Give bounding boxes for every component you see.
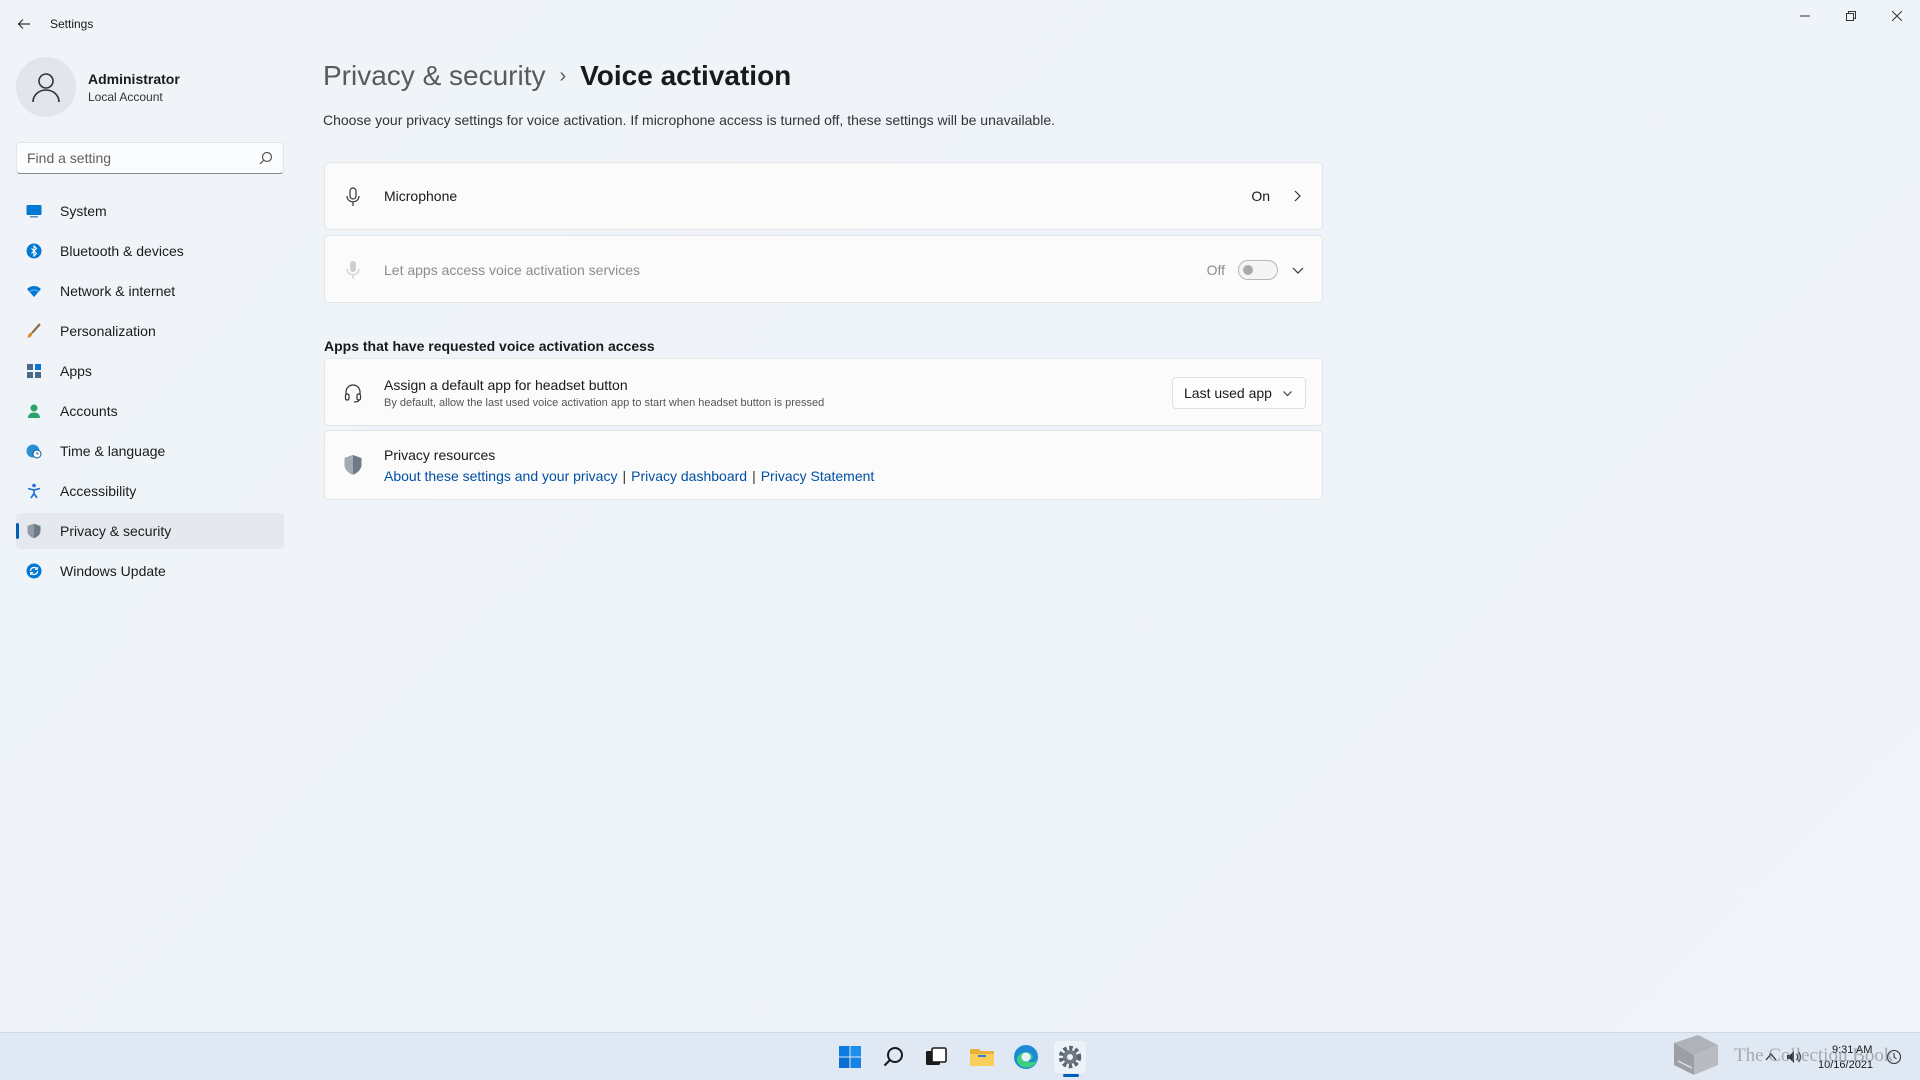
task-view-icon[interactable]: [920, 1041, 952, 1073]
bluetooth-icon: [26, 243, 42, 259]
sidebar-item-accounts[interactable]: Accounts: [16, 393, 284, 429]
breadcrumb-parent[interactable]: Privacy & security: [323, 60, 546, 92]
brush-icon: [26, 323, 42, 339]
sidebar-item-network[interactable]: Network & internet: [16, 273, 284, 309]
page-title: Voice activation: [580, 60, 792, 91]
headset-icon: [343, 383, 363, 403]
link-separator: |: [752, 468, 756, 484]
shield-icon: [343, 455, 363, 475]
globe-clock-icon: [26, 443, 42, 459]
maximize-button[interactable]: [1828, 0, 1874, 32]
sidebar-item-apps[interactable]: Apps: [16, 353, 284, 389]
sidebar-item-label: Bluetooth & devices: [60, 243, 184, 259]
system-icon: [26, 203, 42, 219]
privacy-dashboard-link[interactable]: Privacy dashboard: [631, 468, 747, 484]
privacy-statement-link[interactable]: Privacy Statement: [761, 468, 875, 484]
watermark-text: The Collection Book: [1734, 1045, 1894, 1066]
sidebar-item-system[interactable]: System: [16, 193, 284, 229]
app-title: Settings: [50, 17, 94, 31]
sidebar-item-bluetooth[interactable]: Bluetooth & devices: [16, 233, 284, 269]
search-input[interactable]: [17, 143, 247, 173]
settings-window: Settings Administrator Local Account Sys…: [0, 0, 1920, 1032]
sidebar-item-label: Accounts: [60, 403, 118, 419]
privacy-links: About these settings and your privacy | …: [384, 468, 874, 484]
headset-subtitle: By default, allow the last used voice ac…: [384, 397, 825, 409]
book-icon: [1674, 1035, 1718, 1075]
privacy-resources-title: Privacy resources: [384, 447, 496, 463]
taskbar: 9:31 AM 10/16/2021: [0, 1032, 1920, 1080]
voice-services-toggle[interactable]: [1238, 260, 1278, 280]
shield-icon: [26, 523, 42, 539]
sidebar-item-label: Personalization: [60, 323, 156, 339]
microphone-setting-card[interactable]: Microphone On: [324, 162, 1323, 230]
account-type: Local Account: [88, 90, 163, 104]
toggle-knob: [1243, 265, 1253, 275]
about-privacy-link[interactable]: About these settings and your privacy: [384, 468, 617, 484]
update-icon: [26, 563, 42, 579]
apps-icon: [26, 363, 42, 379]
user-name: Administrator: [88, 71, 180, 87]
microphone-label: Microphone: [384, 188, 458, 204]
windows-start-icon[interactable]: [834, 1041, 866, 1073]
watermark: The Collection Book: [1668, 1031, 1908, 1079]
restore-icon: [1846, 11, 1856, 21]
person-avatar-icon: [32, 73, 60, 103]
title-bar: Settings: [0, 0, 1920, 48]
settings-gear-icon[interactable]: [1054, 1041, 1086, 1073]
default-app-dropdown[interactable]: Last used app: [1172, 377, 1306, 409]
chevron-right-icon: [1294, 190, 1301, 202]
accessibility-icon: [26, 483, 42, 499]
person-icon: [26, 403, 42, 419]
breadcrumb-separator-icon: ›: [559, 64, 567, 87]
sidebar-item-privacy-security[interactable]: Privacy & security: [16, 513, 284, 549]
back-arrow-icon: [17, 19, 30, 29]
privacy-resources-card: Privacy resources About these settings a…: [324, 430, 1323, 500]
avatar[interactable]: [16, 57, 76, 117]
back-button[interactable]: [12, 12, 36, 36]
sidebar-item-label: Time & language: [60, 443, 166, 459]
toggle-state-label: Off: [1206, 262, 1225, 278]
file-explorer-icon[interactable]: [966, 1041, 998, 1073]
wifi-icon: [26, 283, 42, 299]
headset-button-card: Assign a default app for headset button …: [324, 358, 1323, 426]
sidebar-item-personalization[interactable]: Personalization: [16, 313, 284, 349]
dropdown-selected-value: Last used app: [1184, 385, 1272, 401]
sidebar-item-label: Apps: [60, 363, 92, 379]
voice-services-label: Let apps access voice activation service…: [384, 262, 641, 278]
sidebar-item-label: Network & internet: [60, 283, 176, 299]
sidebar-nav: System Bluetooth & devices Network & int…: [16, 193, 284, 593]
voice-activation-services-card[interactable]: Let apps access voice activation service…: [324, 235, 1323, 303]
minimize-icon: [1800, 15, 1810, 17]
close-icon: [1892, 11, 1902, 21]
sidebar-item-label: Accessibility: [60, 483, 137, 499]
chevron-down-icon: [1283, 391, 1292, 397]
microphone-icon: [343, 187, 363, 207]
search-icon[interactable]: [878, 1041, 910, 1073]
sidebar-item-label: Windows Update: [60, 563, 166, 579]
link-separator: |: [622, 468, 627, 484]
section-heading: Apps that have requested voice activatio…: [324, 338, 655, 354]
sidebar-item-accessibility[interactable]: Accessibility: [16, 473, 284, 509]
microphone-status: On: [1251, 188, 1270, 204]
sidebar-item-windows-update[interactable]: Windows Update: [16, 553, 284, 589]
sidebar-item-time-language[interactable]: Time & language: [16, 433, 284, 469]
minimize-button[interactable]: [1782, 0, 1828, 32]
chevron-down-icon[interactable]: [1291, 263, 1305, 277]
search-box[interactable]: [16, 142, 284, 174]
sidebar-item-label: Privacy & security: [60, 523, 172, 539]
headset-title: Assign a default app for headset button: [384, 377, 628, 393]
page-description: Choose your privacy settings for voice a…: [323, 112, 1056, 128]
active-app-indicator: [1063, 1074, 1079, 1077]
search-icon[interactable]: [259, 151, 273, 165]
sidebar-item-label: System: [60, 203, 107, 219]
breadcrumb: Privacy & security › Voice activation: [323, 56, 791, 96]
microphone-dimmed-icon: [343, 260, 363, 280]
close-button[interactable]: [1874, 0, 1920, 32]
edge-icon[interactable]: [1010, 1041, 1042, 1073]
